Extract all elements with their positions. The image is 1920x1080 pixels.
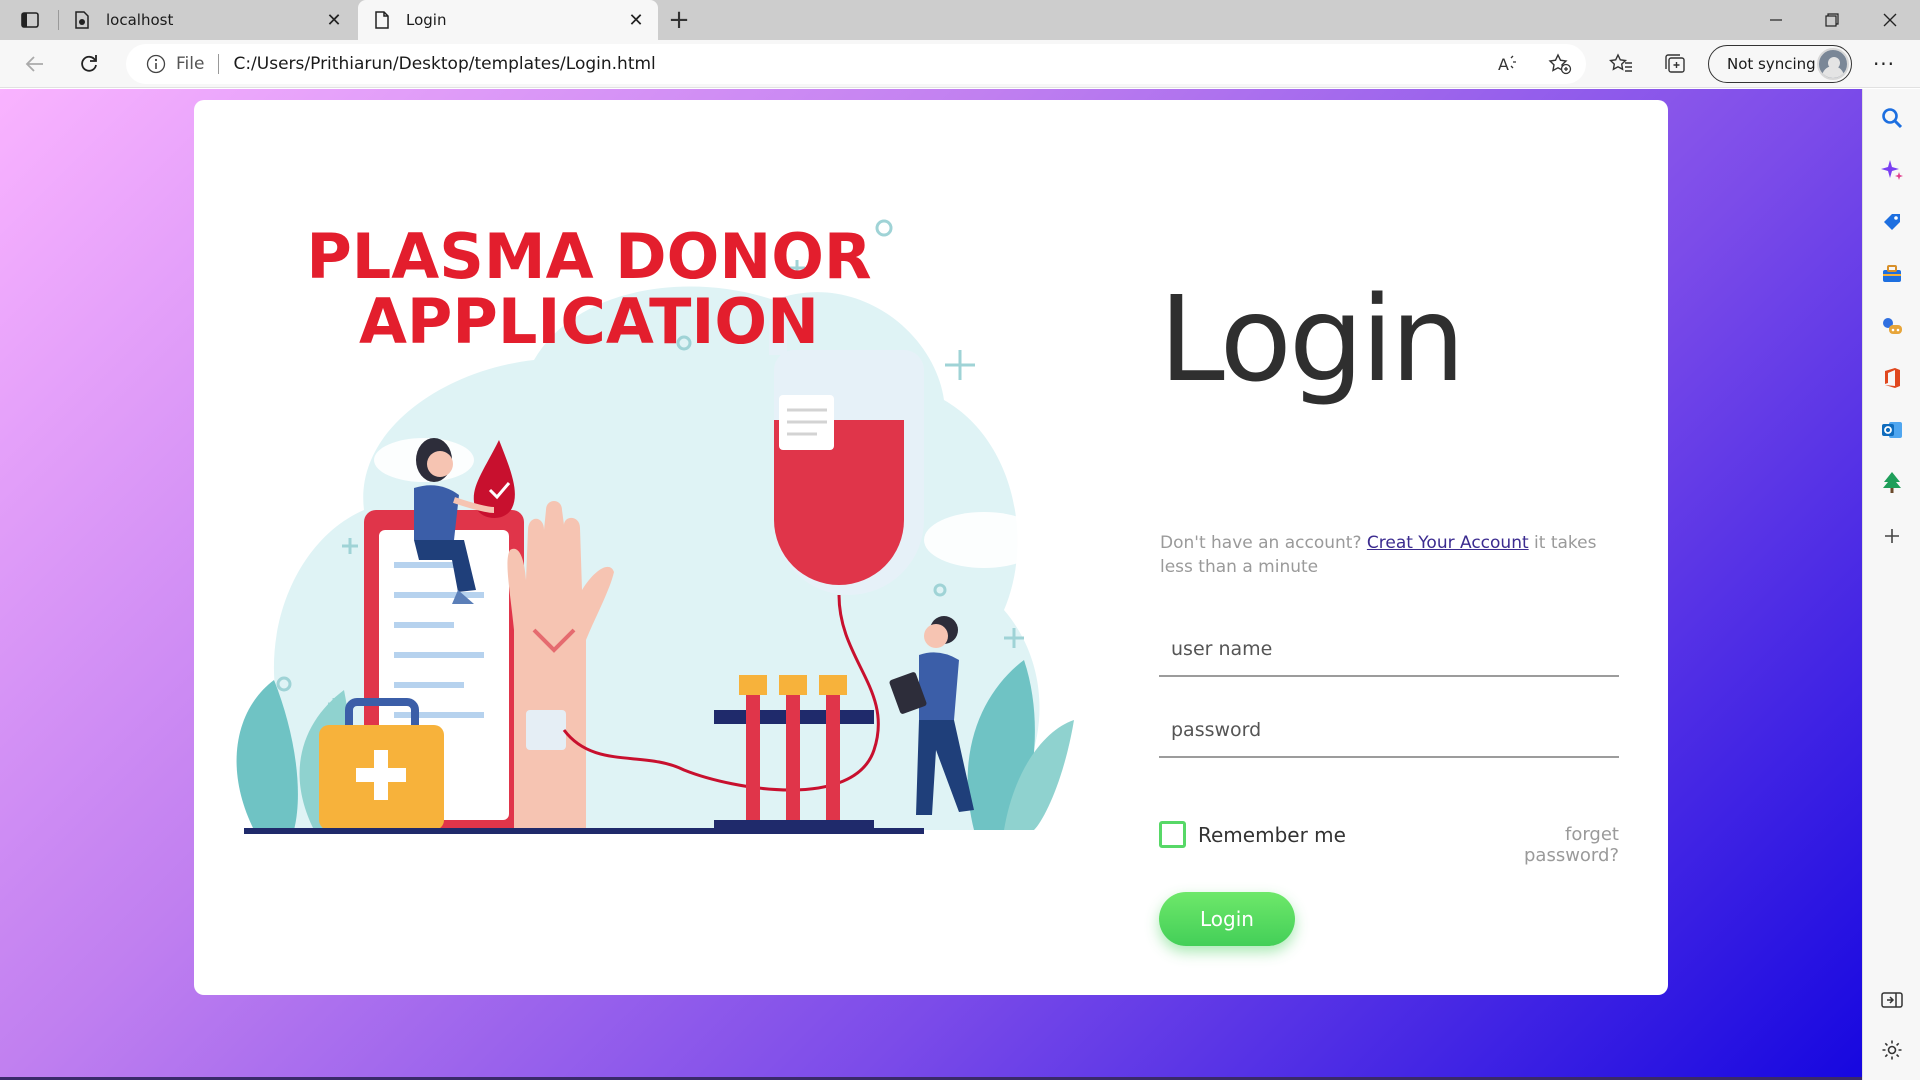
copilot-sparkle-icon[interactable] xyxy=(1877,155,1907,185)
tab-login[interactable]: Login ✕ xyxy=(358,0,658,40)
remember-me[interactable]: Remember me xyxy=(1159,821,1346,848)
browser-toolbar: File C:/Users/Prithiarun/Desktop/templat… xyxy=(0,40,1920,88)
read-aloud-icon[interactable]: A xyxy=(1482,44,1534,84)
bandage xyxy=(526,710,566,750)
close-tab-icon[interactable]: ✕ xyxy=(322,8,346,32)
close-tab-icon[interactable]: ✕ xyxy=(624,8,648,32)
minimize-icon[interactable] xyxy=(1748,0,1804,40)
info-icon[interactable] xyxy=(146,54,166,74)
signup-text: Don't have an account? Creat Your Accoun… xyxy=(1160,531,1630,579)
signup-prefix: Don't have an account? xyxy=(1160,533,1367,553)
tab-title: localhost xyxy=(106,11,174,29)
tab-strip: localhost ✕ Login ✕ + xyxy=(0,0,1920,40)
svg-text:A: A xyxy=(1498,55,1509,74)
illustration-heading-line2: APPLICATION xyxy=(359,285,819,358)
username-input[interactable] xyxy=(1159,623,1619,677)
office-icon[interactable] xyxy=(1877,363,1907,393)
cloud-shape xyxy=(924,512,1044,568)
address-divider xyxy=(218,54,220,74)
create-account-link[interactable]: Creat Your Account xyxy=(1367,533,1529,553)
edge-sidebar xyxy=(1862,89,1920,1080)
search-icon[interactable] xyxy=(1877,103,1907,133)
test-tubes xyxy=(739,675,847,820)
page-icon xyxy=(372,10,392,30)
collections-icon[interactable] xyxy=(1660,50,1690,78)
favorites-icon[interactable] xyxy=(1606,50,1636,78)
remember-label: Remember me xyxy=(1198,822,1346,847)
profile-button[interactable]: Not syncing xyxy=(1708,45,1852,83)
refresh-icon[interactable] xyxy=(74,50,104,78)
page-title: Login xyxy=(1159,270,1465,408)
hide-sidebar-icon[interactable] xyxy=(1877,985,1907,1015)
page-background: PLASMA DONOR APPLICATION Login Don't hav… xyxy=(0,89,1862,1080)
address-url[interactable]: C:/Users/Prithiarun/Desktop/templates/Lo… xyxy=(233,54,655,74)
password-input[interactable] xyxy=(1159,704,1619,758)
tools-briefcase-icon[interactable] xyxy=(1877,259,1907,289)
ground-line xyxy=(244,828,924,834)
tab-actions-icon[interactable] xyxy=(16,8,44,32)
remember-checkbox[interactable] xyxy=(1159,821,1186,848)
tab-localhost[interactable]: localhost ✕ xyxy=(58,0,356,40)
settings-gear-icon[interactable] xyxy=(1877,1035,1907,1065)
games-icon[interactable] xyxy=(1877,311,1907,341)
address-scheme: File xyxy=(176,54,205,74)
close-window-icon[interactable] xyxy=(1862,0,1918,40)
profile-label: Not syncing xyxy=(1727,55,1816,73)
tree-icon[interactable] xyxy=(1877,467,1907,497)
outlook-icon[interactable] xyxy=(1877,415,1907,445)
add-favorite-icon[interactable] xyxy=(1534,44,1586,84)
shopping-tag-icon[interactable] xyxy=(1877,207,1907,237)
address-bar[interactable]: File C:/Users/Prithiarun/Desktop/templat… xyxy=(126,44,1586,84)
forgot-password-link[interactable]: forget password? xyxy=(1477,824,1619,866)
avatar xyxy=(1817,48,1849,80)
tab-title: Login xyxy=(406,11,447,29)
illustration-heading-line1: PLASMA DONOR xyxy=(306,220,871,293)
login-card: PLASMA DONOR APPLICATION Login Don't hav… xyxy=(194,100,1668,995)
plasma-donor-illustration: PLASMA DONOR APPLICATION xyxy=(236,219,1074,834)
restore-icon[interactable] xyxy=(1804,0,1860,40)
add-sidebar-app-icon[interactable] xyxy=(1877,521,1907,551)
back-icon[interactable] xyxy=(20,50,50,78)
new-tab-icon[interactable]: + xyxy=(664,5,694,35)
page-lock-icon xyxy=(72,10,92,30)
login-button[interactable]: Login xyxy=(1159,892,1295,946)
more-options-icon[interactable]: ··· xyxy=(1868,48,1900,80)
